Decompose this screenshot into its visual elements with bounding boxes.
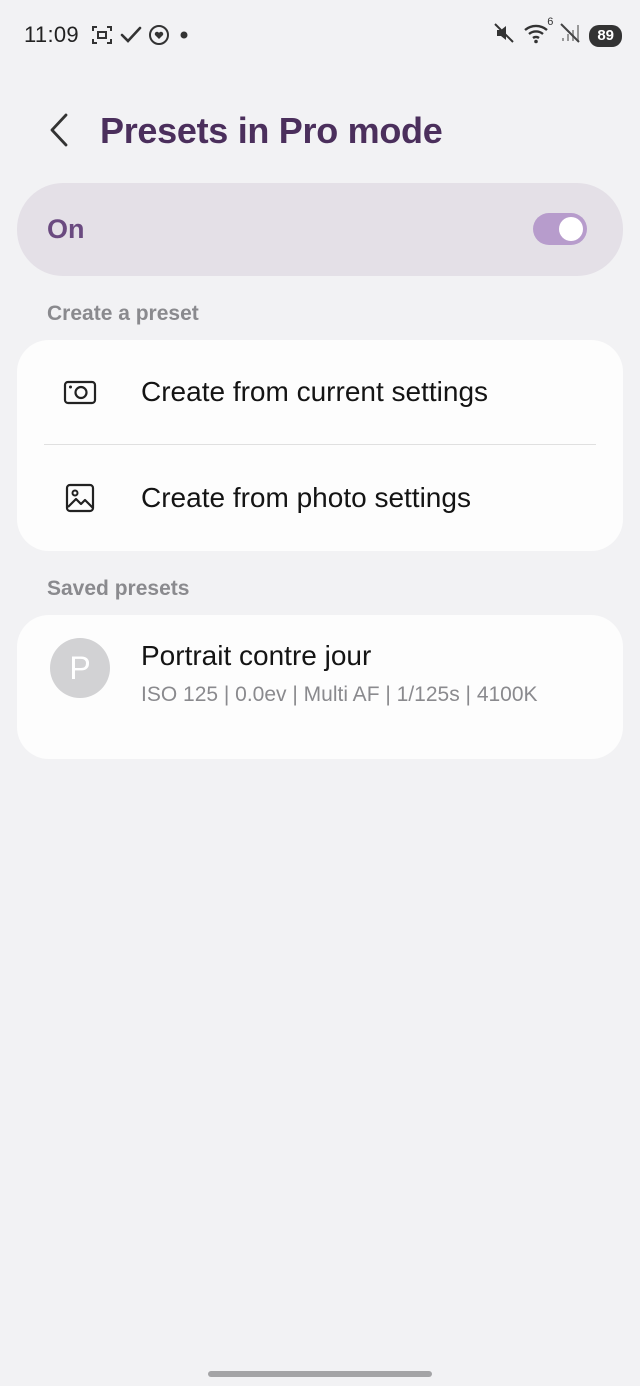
divider [44,444,596,445]
preset-avatar: P [50,638,110,698]
chevron-left-icon [48,112,72,153]
screen: 11:09 6 89 Presets in Pro mode On Create… [0,0,640,1386]
image-icon [62,480,98,516]
status-right-icons: 6 89 [493,16,622,49]
create-from-current-settings[interactable]: Create from current settings [17,340,623,444]
toggle-knob [559,217,583,241]
master-switch-label: On [47,214,85,244]
wifi-icon: 6 [523,16,553,49]
saved-section-title: Saved presets [47,577,190,600]
wifi-badge: 6 [547,16,554,28]
create-from-photo-settings[interactable]: Create from photo settings [17,446,623,550]
row-label: Create from photo settings [141,482,471,513]
back-button[interactable] [36,108,84,156]
preset-name: Portrait contre jour [141,640,372,671]
master-switch-bar[interactable]: On [17,183,623,276]
create-section-title: Create a preset [47,302,199,325]
status-time: 11:09 [24,22,79,47]
page-title: Presets in Pro mode [100,110,443,151]
status-bar: 11:09 6 89 [0,0,640,72]
status-left-icons [90,24,192,46]
checkmark-icon [120,25,142,45]
app-header: Presets in Pro mode [0,100,640,164]
mute-icon [493,22,515,49]
master-toggle[interactable] [533,213,587,245]
create-preset-card: Create from current settings Create from… [17,340,623,551]
battery-indicator: 89 [589,24,622,47]
home-indicator[interactable] [208,1371,432,1377]
heart-badge-icon [148,24,170,46]
preset-details: ISO 125 | 0.0ev | Multi AF | 1/125s | 41… [141,683,538,706]
no-signal-icon [559,22,581,49]
saved-preset-item[interactable]: P Portrait contre jour ISO 125 | 0.0ev |… [17,615,623,759]
row-label: Create from current settings [141,376,489,407]
screen-capture-icon [90,24,114,46]
dot-icon [176,27,192,43]
camera-icon [62,374,98,410]
